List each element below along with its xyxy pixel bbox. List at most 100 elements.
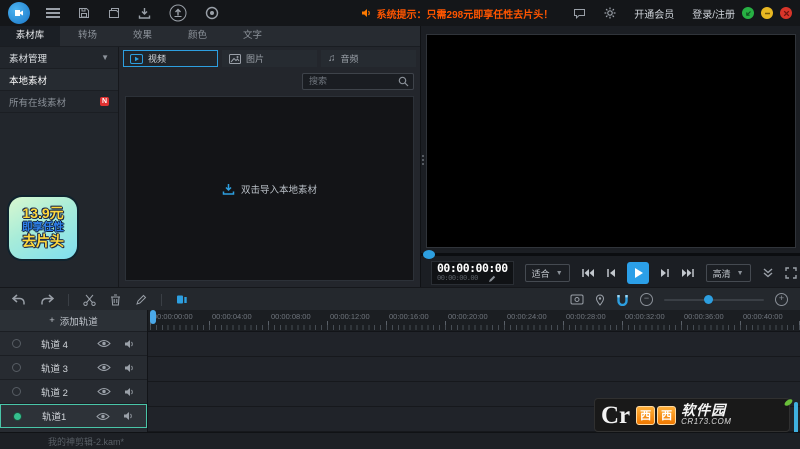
timeline-lane-4[interactable]: [148, 332, 800, 357]
fullscreen-icon[interactable]: [785, 267, 797, 279]
media-tab-bar: 视频 图片 ♫ 音频: [123, 50, 416, 67]
watermark-char-box: 西: [636, 406, 655, 425]
import-icon[interactable]: [138, 7, 151, 19]
video-preview[interactable]: [426, 34, 796, 248]
save-as-icon[interactable]: [108, 7, 120, 19]
seek-handle[interactable]: [423, 250, 435, 259]
play-button[interactable]: [627, 262, 649, 284]
notice-text: 系统提示：只需298元即享任性去片头！: [377, 6, 554, 21]
login-button[interactable]: 登录/注册: [692, 6, 735, 21]
track-header-4[interactable]: 轨道 4: [0, 332, 147, 356]
sidebar-item-online-material[interactable]: 所有在线素材 N: [0, 91, 118, 113]
voiceover-icon[interactable]: [176, 294, 189, 305]
left-pane: 素材库 转场 效果 颜色 文字 素材管理 ▼ 本地素材 所有在线素材 N: [0, 26, 420, 287]
import-dropzone[interactable]: 双击导入本地素材: [125, 96, 414, 281]
system-notice: 系统提示：只需298元即享任性去片头！: [361, 6, 554, 21]
tab-color[interactable]: 颜色: [170, 26, 225, 46]
collapse-panel-icon[interactable]: [762, 268, 774, 278]
promo-badge[interactable]: 13.9元 即享任性 去片头: [9, 197, 77, 259]
speaker-icon[interactable]: [124, 387, 135, 397]
menu-icon[interactable]: [46, 8, 60, 18]
tab-image[interactable]: 图片: [222, 50, 317, 67]
ruler-label: 00:00:04:00: [212, 312, 252, 321]
preview-seekbar[interactable]: [421, 253, 800, 256]
fit-dropdown[interactable]: 适合 ▼: [525, 264, 570, 282]
tab-transitions[interactable]: 转场: [60, 26, 115, 46]
zoom-slider-thumb[interactable]: [704, 295, 713, 304]
ruler-label: 00:00:24:00: [507, 312, 547, 321]
zoom-in-icon[interactable]: +: [775, 293, 788, 306]
timeline-zoom-slider[interactable]: [664, 299, 764, 301]
export-icon[interactable]: [169, 4, 187, 22]
collapse-window-button[interactable]: [742, 7, 754, 19]
eye-icon[interactable]: [97, 363, 111, 372]
sidebar-item-local-material[interactable]: 本地素材: [0, 69, 118, 91]
minimize-button[interactable]: [761, 7, 773, 19]
eye-icon[interactable]: [97, 339, 111, 348]
gear-icon[interactable]: [604, 7, 616, 19]
snap-magnet-icon[interactable]: [616, 294, 629, 306]
tab-text[interactable]: 文字: [225, 26, 280, 46]
message-icon[interactable]: [573, 8, 586, 19]
eye-icon[interactable]: [97, 387, 111, 396]
timeline-lane-3[interactable]: [148, 357, 800, 382]
go-to-end-button[interactable]: [681, 268, 695, 278]
promo-price: 13.9元: [22, 206, 63, 222]
site-watermark: Cr 西 西 软件园 CR173.COM: [594, 398, 790, 432]
track-header-column: + 添加轨道 轨道 4 轨道 3 轨道: [0, 310, 148, 432]
record-icon[interactable]: [205, 6, 219, 20]
speaker-icon[interactable]: [124, 339, 135, 349]
playhead[interactable]: [150, 310, 156, 324]
previous-frame-button[interactable]: [606, 268, 616, 278]
track-header-3[interactable]: 轨道 3: [0, 356, 147, 380]
next-frame-button[interactable]: [660, 268, 670, 278]
watermark-logo: Cr: [601, 403, 630, 428]
go-to-start-button[interactable]: [581, 268, 595, 278]
search-box[interactable]: [302, 73, 414, 90]
material-manage-dropdown[interactable]: 素材管理 ▼: [0, 47, 118, 69]
search-row: [119, 67, 420, 93]
toolbar-divider: [68, 294, 69, 306]
timeline-ruler[interactable]: 00:00:00:00 00:00:04:00 00:00:08:00 00:0…: [148, 310, 800, 332]
delete-trash-icon[interactable]: [110, 294, 121, 306]
track-label: 轨道 4: [41, 337, 68, 351]
music-note-icon: ♫: [328, 53, 336, 64]
local-material-label: 本地素材: [9, 73, 47, 87]
tab-video[interactable]: 视频: [123, 50, 218, 67]
undo-icon[interactable]: [12, 294, 26, 306]
speaker-icon[interactable]: [123, 411, 134, 421]
timecode-sub: 00:00:00.00: [437, 275, 478, 282]
eye-icon[interactable]: [96, 412, 110, 421]
ruler-label: 00:00:28:00: [566, 312, 606, 321]
import-download-icon: [222, 183, 235, 195]
pane-resize-handle[interactable]: [422, 155, 424, 165]
add-track-button[interactable]: + 添加轨道: [0, 310, 147, 332]
save-project-icon[interactable]: [78, 7, 90, 19]
track-select-dot[interactable]: [12, 363, 21, 372]
track-select-dot[interactable]: [12, 387, 21, 396]
fit-dropdown-value: 适合: [532, 267, 550, 280]
split-scissors-icon[interactable]: [83, 294, 96, 306]
quality-dropdown[interactable]: 高清 ▼: [706, 264, 751, 282]
tab-material-library[interactable]: 素材库: [0, 26, 60, 46]
timecode-display[interactable]: 00:00:00:00 00:00:00.00: [431, 261, 514, 285]
vip-button[interactable]: 开通会员: [634, 6, 674, 21]
tab-audio[interactable]: ♫ 音频: [321, 50, 416, 67]
tab-effects[interactable]: 效果: [115, 26, 170, 46]
zoom-out-icon[interactable]: −: [640, 293, 653, 306]
edit-timecode-icon[interactable]: [488, 275, 496, 283]
library-sidebar: 素材管理 ▼ 本地素材 所有在线素材 N 13.9元 即享任性 去片头: [0, 47, 119, 287]
speaker-icon[interactable]: [124, 363, 135, 373]
track-select-dot[interactable]: [12, 339, 21, 348]
close-button[interactable]: [780, 7, 792, 19]
import-hint-text: 双击导入本地素材: [241, 182, 317, 196]
redo-icon[interactable]: [40, 294, 54, 306]
track-select-dot[interactable]: [13, 412, 22, 421]
chevron-down-icon: ▼: [556, 270, 563, 277]
track-header-1-selected[interactable]: 轨道1: [0, 404, 147, 428]
edit-pencil-icon[interactable]: [135, 294, 147, 306]
marker-pin-icon[interactable]: [595, 294, 605, 306]
snapshot-icon[interactable]: [570, 294, 584, 305]
track-header-2[interactable]: 轨道 2: [0, 380, 147, 404]
search-input[interactable]: [307, 75, 398, 87]
